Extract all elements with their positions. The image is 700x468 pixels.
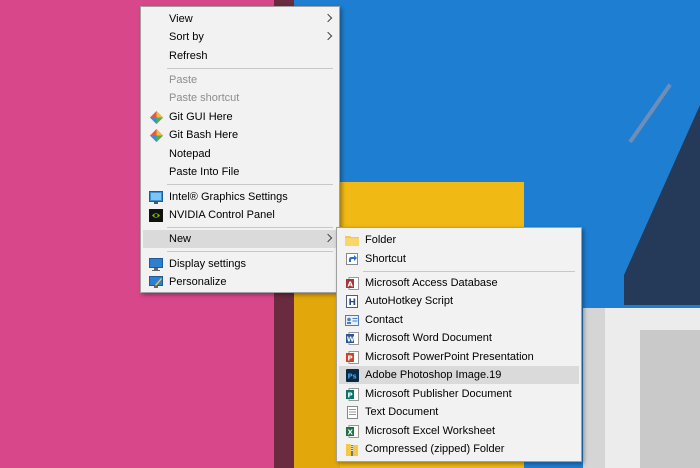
svg-text:X: X	[347, 428, 353, 436]
word-icon: W	[345, 331, 359, 345]
menu-item-label: Adobe Photoshop Image.19	[365, 369, 502, 381]
chevron-right-icon	[323, 13, 333, 23]
menu-item-label: Microsoft Excel Worksheet	[365, 425, 496, 437]
shortcut-icon	[345, 252, 359, 266]
menu-item-label: Git Bash Here	[169, 129, 239, 141]
folder-icon	[345, 233, 359, 247]
new-item-folder[interactable]: Folder	[339, 231, 579, 249]
access-icon: A	[345, 276, 359, 290]
menu-item-label: Paste Into File	[169, 166, 240, 178]
menu-item-label: Refresh	[169, 50, 208, 62]
git-icon	[149, 110, 163, 124]
menu-item-sort-by[interactable]: Sort by	[143, 28, 337, 46]
menu-item-personalize[interactable]: Personalize	[143, 273, 337, 291]
menu-separator	[167, 184, 333, 185]
chevron-right-icon	[323, 31, 333, 41]
menu-item-label: AutoHotkey Script	[365, 295, 454, 307]
zip-folder-icon	[345, 442, 359, 456]
new-item-access-database[interactable]: A Microsoft Access Database	[339, 274, 579, 292]
display-icon	[149, 257, 163, 271]
chevron-right-icon	[323, 233, 333, 243]
wallpaper-white-shade	[583, 308, 605, 468]
intel-graphics-icon	[149, 190, 163, 204]
menu-item-label: NVIDIA Control Panel	[169, 209, 275, 221]
menu-item-label: Contact	[365, 314, 403, 326]
menu-item-label: Sort by	[169, 31, 204, 43]
menu-item-label: Shortcut	[365, 253, 406, 265]
menu-item-refresh[interactable]: Refresh	[143, 47, 337, 65]
svg-text:P: P	[347, 354, 352, 362]
personalize-icon	[149, 275, 163, 289]
svg-text:Ps: Ps	[347, 372, 356, 380]
new-item-powerpoint-presentation[interactable]: P Microsoft PowerPoint Presentation	[339, 348, 579, 366]
menu-item-label: Microsoft PowerPoint Presentation	[365, 351, 534, 363]
nvidia-icon	[149, 208, 163, 222]
menu-item-view[interactable]: View	[143, 10, 337, 28]
menu-item-label: Paste	[169, 74, 198, 86]
menu-item-label: Microsoft Word Document	[365, 332, 492, 344]
menu-item-display-settings[interactable]: Display settings	[143, 255, 337, 273]
menu-item-label: Notepad	[169, 148, 211, 160]
menu-item-git-gui[interactable]: Git GUI Here	[143, 108, 337, 126]
contact-icon	[345, 313, 359, 327]
publisher-icon: P	[345, 387, 359, 401]
menu-item-paste-shortcut[interactable]: Paste shortcut	[143, 89, 337, 107]
menu-item-label: New	[169, 233, 192, 245]
excel-icon: X	[345, 424, 359, 438]
menu-item-label: Text Document	[365, 406, 439, 418]
git-icon	[149, 128, 163, 142]
svg-text:A: A	[347, 280, 353, 288]
photoshop-icon: Ps	[345, 368, 359, 382]
autohotkey-icon: H	[345, 294, 359, 308]
new-item-compressed-folder[interactable]: Compressed (zipped) Folder	[339, 440, 579, 458]
menu-item-git-bash[interactable]: Git Bash Here	[143, 126, 337, 144]
new-submenu: Folder Shortcut A Microsoft Access Datab…	[336, 227, 582, 462]
new-item-contact[interactable]: Contact	[339, 311, 579, 329]
wallpaper-gray-wall	[640, 330, 700, 468]
new-item-autohotkey-script[interactable]: H AutoHotkey Script	[339, 292, 579, 310]
menu-item-label: Display settings	[169, 258, 247, 270]
menu-item-label: Folder	[365, 234, 397, 246]
new-item-publisher-document[interactable]: P Microsoft Publisher Document	[339, 385, 579, 403]
new-item-shortcut[interactable]: Shortcut	[339, 250, 579, 268]
svg-text:H: H	[349, 298, 357, 308]
menu-item-intel-graphics[interactable]: Intel® Graphics Settings	[143, 188, 337, 206]
menu-item-label: Microsoft Access Database	[365, 277, 498, 289]
new-item-text-document[interactable]: Text Document	[339, 403, 579, 421]
menu-separator	[363, 271, 575, 272]
menu-separator	[167, 251, 333, 252]
menu-item-notepad[interactable]: Notepad	[143, 145, 337, 163]
text-document-icon	[345, 405, 359, 419]
menu-item-new[interactable]: New	[143, 230, 337, 248]
svg-text:P: P	[347, 391, 352, 399]
menu-item-label: Compressed (zipped) Folder	[365, 443, 505, 455]
menu-item-label: Personalize	[169, 276, 227, 288]
powerpoint-icon: P	[345, 350, 359, 364]
menu-item-label: Git GUI Here	[169, 111, 233, 123]
menu-item-label: Paste shortcut	[169, 92, 240, 104]
menu-item-paste-into-file[interactable]: Paste Into File	[143, 163, 337, 181]
new-item-word-document[interactable]: W Microsoft Word Document	[339, 329, 579, 347]
desktop-context-menu: View Sort by Refresh Paste Paste shortcu…	[140, 6, 340, 293]
menu-separator	[167, 68, 333, 69]
new-item-excel-worksheet[interactable]: X Microsoft Excel Worksheet	[339, 422, 579, 440]
svg-text:W: W	[346, 335, 354, 343]
menu-separator	[167, 227, 333, 228]
menu-item-label: Microsoft Publisher Document	[365, 388, 512, 400]
menu-item-paste[interactable]: Paste	[143, 71, 337, 89]
menu-item-nvidia[interactable]: NVIDIA Control Panel	[143, 206, 337, 224]
menu-item-label: Intel® Graphics Settings	[169, 191, 288, 203]
new-item-photoshop-image[interactable]: Ps Adobe Photoshop Image.19	[339, 366, 579, 384]
menu-item-label: View	[169, 13, 193, 25]
